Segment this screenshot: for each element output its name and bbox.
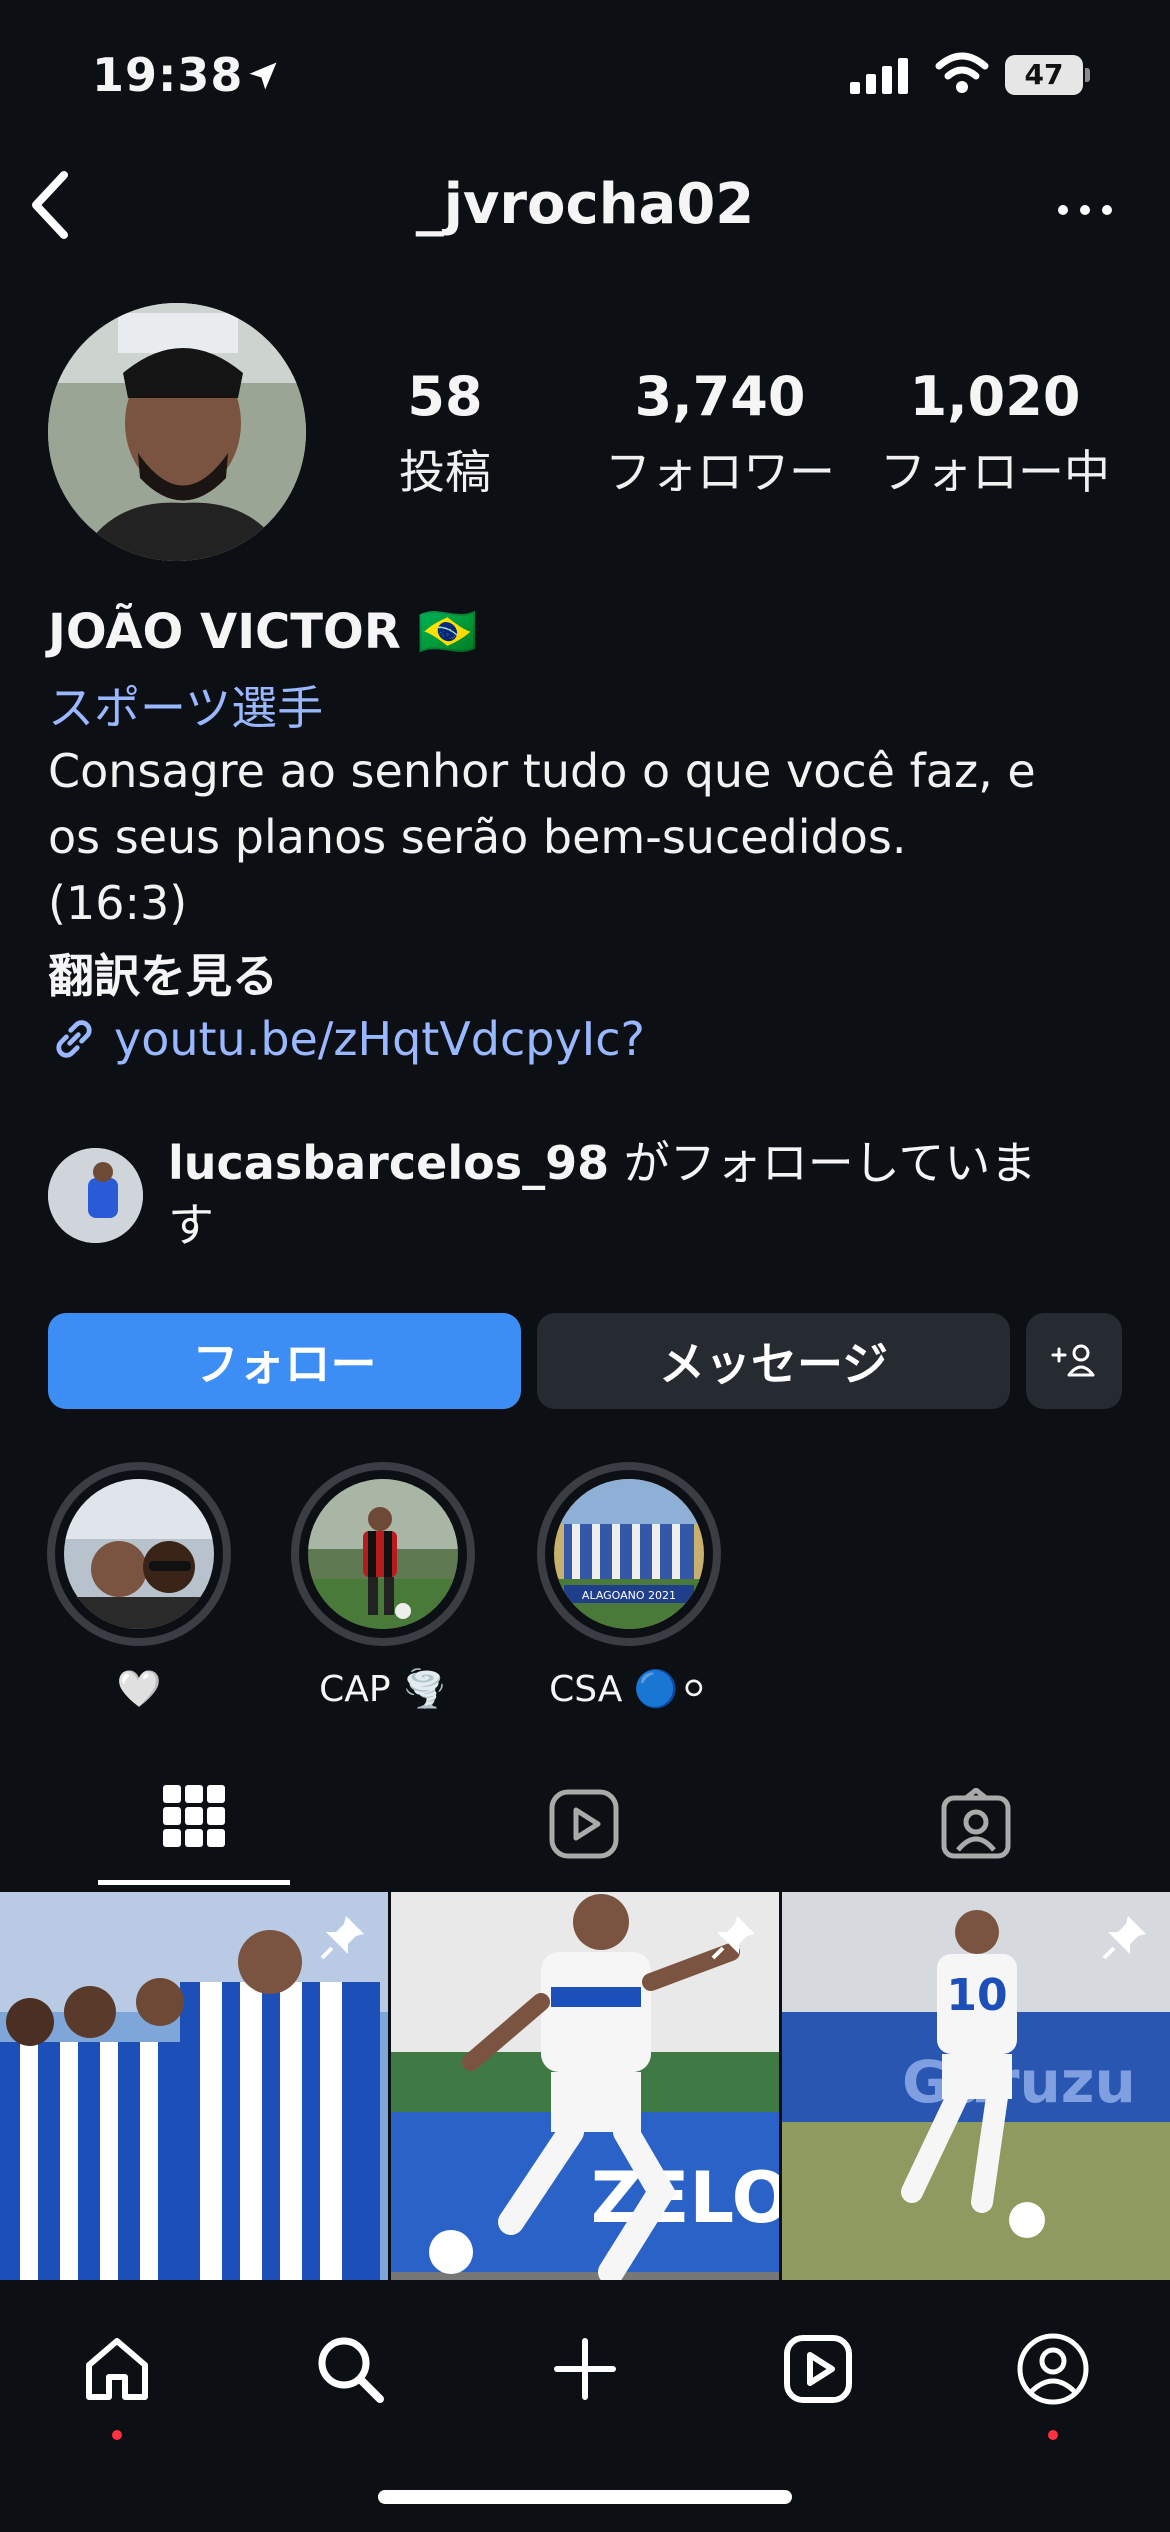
- active-tab-indicator: [98, 1880, 290, 1885]
- bio-link-text: youtu.be/zHqtVdcpyIc?: [114, 1012, 645, 1066]
- notification-dot: [1048, 2430, 1058, 2440]
- stat-posts-label: 投稿: [399, 445, 491, 499]
- stat-followers-label: フォロワー: [605, 445, 835, 499]
- nav-search[interactable]: [305, 2324, 395, 2414]
- stat-followers-value: 3,740: [634, 365, 806, 428]
- tab-posts-grid[interactable]: [98, 1785, 290, 1885]
- highlight-label: 🤍: [116, 1669, 162, 1710]
- mutual-follower-username: lucasbarcelos_98: [168, 1136, 610, 1190]
- home-icon: [86, 2338, 148, 2400]
- grid-icon: [163, 1785, 225, 1847]
- grid-post[interactable]: [0, 1892, 388, 2280]
- nav-create[interactable]: [540, 2324, 630, 2414]
- stat-posts[interactable]: 58 投稿: [315, 365, 575, 502]
- stat-following[interactable]: 1,020 フォロー中: [865, 365, 1125, 502]
- bio-link[interactable]: youtu.be/zHqtVdcpyIc?: [48, 1012, 645, 1066]
- home-indicator: [378, 2490, 792, 2504]
- profile-icon: [1017, 2333, 1089, 2405]
- svg-text:10: 10: [946, 1970, 1007, 2021]
- pinned-icon: [711, 1916, 755, 1960]
- reels-icon: [784, 2335, 852, 2403]
- status-time: 19:38: [92, 48, 244, 102]
- stat-posts-value: 58: [407, 365, 483, 428]
- highlight-label: CAP 🌪️: [319, 1669, 447, 1710]
- mutual-follower-avatar[interactable]: [48, 1148, 143, 1243]
- story-highlight[interactable]: ALAGOANO 2021 CSA 🔵⚪: [532, 1462, 726, 1710]
- stat-following-label: フォロー中: [880, 445, 1110, 499]
- cellular-signal-icon: [850, 58, 908, 94]
- battery-cap: [1085, 68, 1090, 82]
- pinned-icon: [1102, 1916, 1146, 1960]
- display-name: JOÃO VICTOR 🇧🇷: [48, 604, 478, 660]
- tagged-tab-icon[interactable]: [940, 1788, 1012, 1860]
- more-options-icon[interactable]: [1055, 195, 1115, 225]
- story-highlight[interactable]: CAP 🌪️: [286, 1462, 480, 1710]
- nav-reels[interactable]: [773, 2324, 863, 2414]
- battery-indicator: 47: [1005, 55, 1083, 95]
- post-banner-text: Guruzu: [902, 2048, 1136, 2116]
- see-translation-link[interactable]: 翻訳を見る: [48, 940, 278, 1006]
- add-user-icon: [1051, 1344, 1095, 1377]
- wifi-icon: [935, 52, 989, 93]
- profile-category: スポーツ選手: [48, 681, 324, 735]
- bio-text: Consagre ao senhor tudo o que você faz, …: [48, 744, 1036, 930]
- follow-button[interactable]: フォロー: [48, 1313, 521, 1409]
- nav-home[interactable]: [72, 2324, 162, 2414]
- highlight-overlay-text: ALAGOANO 2021: [582, 1589, 676, 1602]
- profile-username-title: _jvrocha02: [415, 172, 755, 237]
- stat-following-value: 1,020: [909, 365, 1081, 428]
- profile-avatar[interactable]: [48, 303, 306, 561]
- followed-by-text[interactable]: lucasbarcelos_98 がフォローしていま す: [168, 1132, 1108, 1256]
- reels-tab-icon[interactable]: [548, 1788, 620, 1860]
- stat-followers[interactable]: 3,740 フォロワー: [590, 365, 850, 502]
- post-banner-text: ZELO: [591, 2157, 779, 2239]
- notification-dot: [112, 2430, 122, 2440]
- suggest-users-button[interactable]: [1026, 1313, 1122, 1409]
- search-icon: [318, 2337, 384, 2403]
- grid-post[interactable]: ZELO: [391, 1892, 779, 2280]
- nav-profile[interactable]: [1008, 2324, 1098, 2414]
- plus-icon: [554, 2338, 616, 2400]
- link-icon: [56, 1020, 92, 1058]
- grid-post[interactable]: Guruzu 10: [782, 1892, 1170, 2280]
- location-arrow-icon: [249, 62, 277, 90]
- message-button[interactable]: メッセージ: [537, 1313, 1010, 1409]
- pinned-icon: [320, 1916, 364, 1960]
- highlight-label: CSA 🔵⚪: [549, 1669, 709, 1710]
- story-highlight[interactable]: 🤍: [42, 1462, 236, 1710]
